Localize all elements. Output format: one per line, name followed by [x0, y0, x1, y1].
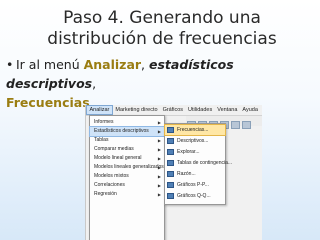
menu-analizar-text: Analizar: [83, 57, 142, 72]
bullet-instruction: • Ir al menú Analizar, estadísticos descr…: [6, 55, 311, 112]
submenu-item-label: Razón...: [177, 171, 196, 177]
descriptives-icon: [167, 138, 174, 144]
menu-item-label: Modelos lineales generalizados: [94, 164, 164, 170]
menu-marketing-directo[interactable]: Marketing directo: [113, 105, 160, 115]
menu-item-label: Informes: [94, 119, 114, 125]
submenu-item-label: Frecuencias...: [177, 127, 209, 133]
menu-item-informes[interactable]: Informes ▶: [90, 118, 164, 127]
qq-plot-icon: [167, 193, 174, 199]
submenu-item-label: Descriptivos...: [177, 138, 209, 144]
submenu-arrow-icon: ▶: [157, 138, 161, 143]
frecuencias-text: Frecuencias: [6, 95, 90, 110]
menu-ayuda[interactable]: Ayuda: [240, 105, 261, 115]
menu-analizar[interactable]: Analizar: [86, 105, 113, 115]
menu-item-label: Tablas: [94, 137, 109, 143]
submenu-item-frecuencias[interactable]: Frecuencias...: [164, 124, 226, 136]
menu-utilidades[interactable]: Utilidades: [186, 105, 215, 115]
menu-item-regresion[interactable]: Regresión ▶: [90, 190, 164, 199]
menu-item-label: Correlaciones: [94, 182, 125, 188]
menu-item-label: Comparar medias: [94, 146, 134, 152]
menu-item-comparar-medias[interactable]: Comparar medias ▶: [90, 145, 164, 154]
crosstabs-icon: [167, 160, 174, 166]
submenu-arrow-icon: ▶: [157, 165, 161, 170]
submenu-arrow-icon: ▶: [157, 147, 161, 152]
analyze-menu: Informes ▶ Estadísticos descriptivos ▶ Tab…: [89, 115, 165, 240]
spss-menu-screenshot: Analizar Marketing directo Gráficos Utilida…: [85, 105, 262, 240]
toolbar-icon[interactable]: [231, 121, 240, 129]
ratio-icon: [167, 171, 174, 177]
submenu-item-label: Tablas de contingencia...: [177, 160, 233, 166]
submenu-item-graficos-qq[interactable]: Gráficos Q-Q...: [165, 191, 225, 201]
submenu-arrow-icon: ▶: [157, 183, 161, 188]
menu-ventana[interactable]: Ventana: [215, 105, 240, 115]
descriptives-submenu: Frecuencias... Descriptivos... Explorar.…: [164, 123, 232, 205]
submenu-item-label: Gráficos Q-Q...: [177, 193, 211, 199]
menu-item-label: Estadísticos descriptivos: [94, 128, 149, 134]
submenu-item-razon[interactable]: Razón...: [165, 169, 225, 179]
submenu-item-descriptivos[interactable]: Descriptivos...: [165, 136, 225, 146]
submenu-arrow-icon: ▶: [157, 156, 161, 161]
toolbar-icon[interactable]: [242, 121, 251, 129]
slide-title: Paso 4. Generando una distribución de fr…: [47, 8, 277, 49]
menu-item-estadisticos-descriptivos[interactable]: Estadísticos descriptivos ▶: [89, 126, 165, 137]
menu-item-modelo-lineal-general[interactable]: Modelo lineal general ▶: [90, 154, 164, 163]
submenu-arrow-icon: ▶: [157, 120, 161, 125]
submenu-item-label: Gráficos P-P...: [177, 182, 209, 188]
bullet-prefix: Ir al menú: [16, 57, 84, 72]
bullet-dot: •: [6, 57, 14, 72]
submenu-item-explorar[interactable]: Explorar...: [165, 147, 225, 157]
menu-item-correlaciones[interactable]: Correlaciones ▶: [90, 181, 164, 190]
menu-item-modelos-mixtos[interactable]: Modelos mixtos ▶: [90, 172, 164, 181]
submenu-item-label: Explorar...: [177, 149, 200, 155]
menu-item-label: Regresión: [94, 191, 117, 197]
menu-item-label: Modelo lineal general: [94, 155, 142, 161]
bullet-comma-1: ,: [141, 57, 149, 72]
menu-item-tablas[interactable]: Tablas ▶: [90, 136, 164, 145]
submenu-arrow-icon: ▶: [157, 192, 161, 197]
frequencies-icon: [167, 127, 174, 133]
pp-plot-icon: [167, 182, 174, 188]
submenu-item-graficos-pp[interactable]: Gráficos P-P...: [165, 180, 225, 190]
bullet-comma-2: ,: [92, 76, 97, 91]
menu-item-modelos-lineales-generalizados[interactable]: Modelos lineales generalizados ▶: [90, 163, 164, 172]
submenu-arrow-icon: ▶: [157, 174, 161, 179]
submenu-arrow-icon: ▶: [157, 129, 161, 134]
menu-graficos[interactable]: Gráficos: [160, 105, 185, 115]
explore-icon: [167, 149, 174, 155]
submenu-item-tablas-contingencia[interactable]: Tablas de contingencia...: [165, 158, 232, 168]
menu-item-label: Modelos mixtos: [94, 173, 129, 179]
